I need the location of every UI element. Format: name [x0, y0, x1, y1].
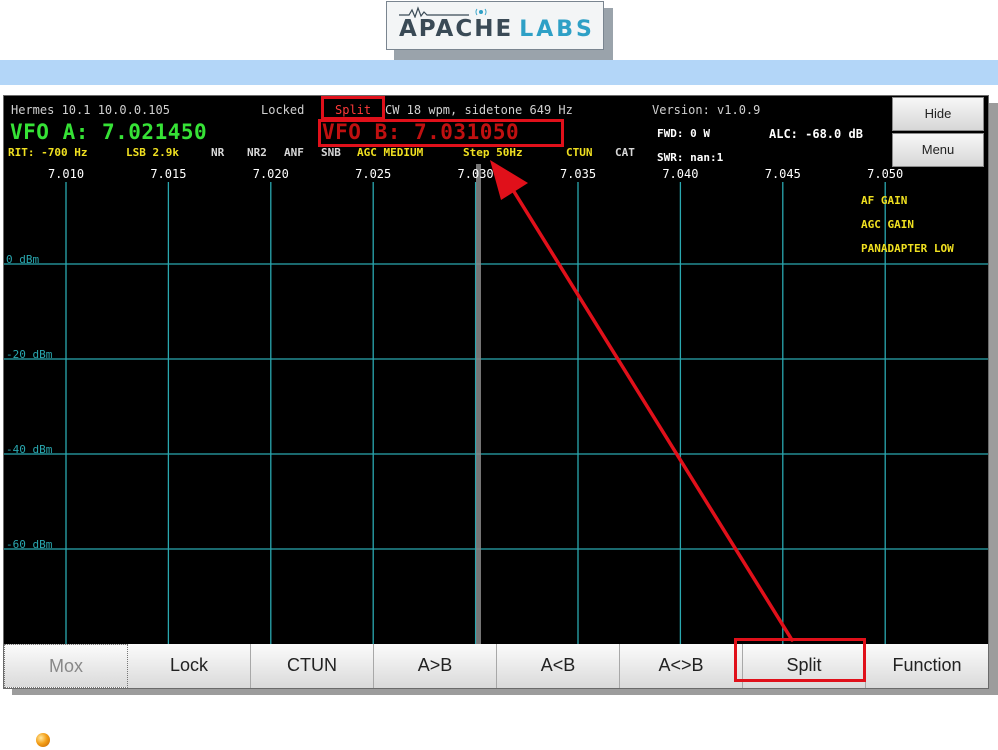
menu-button[interactable]: Menu: [892, 133, 984, 167]
dbm-grid: [4, 263, 988, 550]
b-to-a-button[interactable]: A<B: [497, 644, 620, 688]
ctun-button[interactable]: CTUN: [251, 644, 374, 688]
logo-text: APACHE LABS: [399, 16, 595, 42]
af-gain-label[interactable]: AF GAIN: [861, 194, 907, 207]
split-button-highlight: [734, 638, 866, 682]
hide-button[interactable]: Hide: [892, 97, 984, 131]
vfo-a-display[interactable]: VFO A: 7.021450: [10, 120, 207, 144]
header-banner: [0, 60, 998, 85]
frequency-grid: [65, 182, 886, 644]
freq-tick-label: 7.010: [48, 167, 84, 181]
frequency-labels: 7.010 7.015 7.020 7.025 7.030 7.035 7.040 7.045…: [48, 167, 903, 181]
rx-cursor[interactable]: [476, 164, 481, 644]
freq-tick-label: 7.040: [662, 167, 698, 181]
snb-status[interactable]: SNB: [321, 146, 341, 159]
mox-button[interactable]: Mox: [4, 644, 128, 688]
dbm-label: 0 dBm: [6, 253, 39, 266]
radio-app-window: Hermes 10.1 10.0.0.105 Locked Split CW 1…: [3, 95, 989, 689]
cw-info: CW 18 wpm, sidetone 649 Hz: [385, 103, 573, 117]
panadapter-low-label[interactable]: PANADAPTER LOW: [861, 242, 954, 255]
nr2-status[interactable]: NR2: [247, 146, 267, 159]
lock-button[interactable]: Lock: [128, 644, 251, 688]
ctun-status[interactable]: CTUN: [566, 146, 593, 159]
alc-meter: ALC: -68.0 dB: [769, 127, 863, 141]
vfo-b-highlight: [318, 119, 564, 147]
agc-status[interactable]: AGC MEDIUM: [357, 146, 423, 159]
function-button[interactable]: Function: [866, 644, 988, 688]
dbm-label: -20 dBm: [6, 348, 53, 361]
swap-ab-button[interactable]: A<>B: [620, 644, 743, 688]
radio-status-text: Hermes 10.1 10.0.0.105: [11, 103, 170, 117]
a-to-b-button[interactable]: A>B: [374, 644, 497, 688]
freq-tick-label: 7.015: [150, 167, 186, 181]
freq-tick-label: 7.030: [458, 167, 494, 181]
agc-gain-label[interactable]: AGC GAIN: [861, 218, 914, 231]
locked-indicator: Locked: [261, 103, 305, 117]
dbm-labels: 0 dBm -20 dBm -40 dBm -60 dBm: [6, 253, 53, 551]
freq-tick-label: 7.035: [560, 167, 596, 181]
freq-tick-label: 7.045: [765, 167, 801, 181]
split-flag-highlight: [321, 96, 385, 120]
cat-status[interactable]: CAT: [615, 146, 635, 159]
bullet-icon: [36, 733, 50, 747]
dbm-label: -60 dBm: [6, 538, 53, 551]
swr-meter: SWR: nan:1: [657, 151, 724, 164]
nr-status[interactable]: NR: [211, 146, 224, 159]
rit-status[interactable]: RIT: -700 Hz: [8, 146, 87, 159]
dbm-label: -40 dBm: [6, 443, 53, 456]
freq-tick-label: 7.020: [253, 167, 289, 181]
apache-labs-logo: APACHE LABS: [386, 1, 604, 50]
step-status[interactable]: Step 50Hz: [463, 146, 523, 159]
fwd-meter: FWD: 0 W: [657, 127, 710, 140]
mode-filter-status[interactable]: LSB 2.9k: [126, 146, 179, 159]
anf-status[interactable]: ANF: [284, 146, 304, 159]
version-text: Version: v1.0.9: [652, 103, 761, 117]
panadapter-display[interactable]: 7.010 7.015 7.020 7.025 7.030 7.035 7.040 7.045…: [4, 164, 988, 644]
freq-tick-label: 7.025: [355, 167, 391, 181]
freq-tick-label: 7.050: [867, 167, 903, 181]
